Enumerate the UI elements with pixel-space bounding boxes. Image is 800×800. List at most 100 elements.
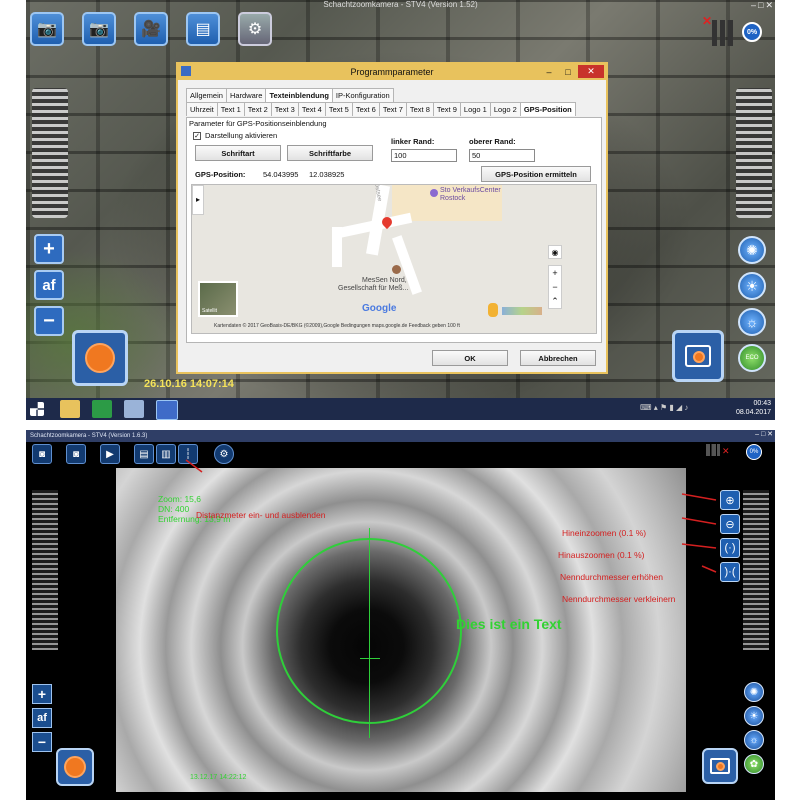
sub-tabs: Uhrzeit Text 1 Text 2 Text 3 Text 4 Text… (186, 102, 576, 116)
brightness-ruler-right[interactable] (736, 88, 772, 218)
maximize-icon[interactable]: □ (559, 65, 577, 78)
subtab-text-8[interactable]: Text 8 (405, 102, 434, 116)
ok-button[interactable]: OK (432, 350, 508, 366)
signal-bars-icon (712, 20, 738, 46)
schachtzoomkamera-taskbar-icon[interactable] (156, 400, 178, 420)
close-icon[interactable]: ✕ (578, 65, 604, 78)
map-road-3 (332, 227, 342, 267)
subtab-text-5[interactable]: Text 5 (324, 102, 353, 116)
record-dot-icon (85, 343, 115, 373)
brightness-ruler-left[interactable] (32, 88, 68, 218)
tab-ip-konfiguration[interactable]: IP-Konfiguration (331, 88, 394, 102)
tab-allgemein[interactable]: Allgemein (186, 88, 227, 102)
arrow-distance (185, 459, 203, 473)
enable-checkbox[interactable]: ✓ (193, 132, 201, 140)
autofocus-button[interactable]: af (34, 270, 64, 300)
get-gps-button[interactable]: GPS-Position ermitteln (481, 166, 591, 182)
subtab-text-1[interactable]: Text 1 (216, 102, 245, 116)
top-margin-label: oberer Rand: (469, 137, 516, 146)
map-poi-2: MesSen Nord, (362, 277, 407, 284)
light-mode-button-3[interactable]: ☼ (738, 308, 766, 336)
font-color-button[interactable]: Schriftfarbe (287, 145, 373, 161)
window-title: Schachtzoomkamera - STV4 (Version 1.52) (323, 0, 478, 9)
settings-button[interactable]: ⚙ (238, 12, 272, 46)
camera-icon: 📷 (89, 21, 109, 38)
light-mode-button-2[interactable]: ☀ (738, 272, 766, 300)
subtab-logo-2[interactable]: Logo 2 (489, 102, 521, 116)
file-explorer-icon[interactable] (60, 400, 80, 418)
subtab-logo-1[interactable]: Logo 1 (459, 102, 491, 116)
map-view[interactable]: ▸ Ostsee Sto VerkaufsCenter Rostock MesS… (191, 184, 597, 334)
system-tray-icons[interactable]: ⌨ ▴ ⚑ ▮ ◢ ♪ (640, 403, 700, 415)
arrow-diameter-up (681, 543, 717, 549)
taskbar-time: 00:43 (753, 400, 771, 407)
sun-icon: ☀ (745, 277, 759, 294)
annotation-arrows (185, 459, 717, 573)
image-viewer-icon[interactable] (124, 400, 144, 418)
video-camera-icon: 🎥 (141, 21, 161, 38)
dialog-title: Programmparameter (350, 67, 434, 77)
lamp-icon: ✺ (746, 241, 758, 258)
no-signal-icon: ✕ (702, 14, 713, 28)
gps-longitude: 12.038925 (309, 170, 345, 179)
subtab-text-2[interactable]: Text 2 (243, 102, 272, 116)
taskbar: ⌨ ▴ ⚑ ▮ ◢ ♪ 00:43 08.04.2017 (26, 398, 775, 420)
window-controls[interactable]: – □ ✕ (737, 0, 773, 10)
map-side-toggle[interactable]: ▸ (192, 185, 204, 215)
subtab-gps-position[interactable]: GPS-Position (519, 102, 576, 116)
text-overlay-button[interactable]: ▤ (186, 12, 220, 46)
map-zoom-controls[interactable]: + − ⌃ (548, 265, 562, 309)
settings-dialog: Programmparameter – □ ✕ Allgemein Hardwa… (176, 62, 608, 374)
excel-icon[interactable] (92, 400, 112, 418)
light-mode-button-1[interactable]: ✺ (738, 236, 766, 264)
cancel-button[interactable]: Abbrechen (520, 350, 596, 366)
group-title: Parameter für GPS-Positionseinblendung (189, 119, 327, 128)
subtab-uhrzeit[interactable]: Uhrzeit (186, 102, 218, 116)
map-chevron-up-icon[interactable]: ⌃ (549, 294, 561, 308)
top-screenshot: Schachtzoomkamera - STV4 (Version 1.52) … (26, 0, 775, 420)
video-button[interactable]: 🎥 (134, 12, 168, 46)
store-marker-icon (430, 189, 438, 197)
map-poi-1b: Rostock (440, 195, 466, 202)
taskbar-clock[interactable]: 00:43 08.04.2017 (736, 399, 771, 417)
record-button[interactable] (72, 330, 128, 386)
gps-panel: Parameter für GPS-Positionseinblendung ✓… (186, 117, 602, 343)
company-marker-icon (392, 265, 401, 274)
minimize-icon[interactable]: – (540, 65, 558, 78)
document-icon: ▤ (195, 21, 211, 38)
map-zoom-in-icon[interactable]: + (549, 266, 561, 280)
arrow-zoom-out (681, 517, 717, 525)
satellite-thumbnail[interactable]: Satellit (198, 281, 238, 317)
pegman-icon[interactable] (488, 303, 498, 317)
subtab-text-6[interactable]: Text 6 (351, 102, 380, 116)
close-icon[interactable]: ✕ (765, 0, 773, 10)
app-icon (181, 66, 191, 76)
left-margin-input[interactable]: 100 (391, 149, 457, 162)
subtab-text-4[interactable]: Text 4 (297, 102, 326, 116)
eco-button[interactable]: ECO (738, 344, 766, 372)
subtab-text-7[interactable]: Text 7 (378, 102, 407, 116)
sun-outline-icon: ☼ (745, 314, 759, 330)
minimize-icon[interactable]: – (751, 0, 756, 10)
tab-hardware[interactable]: Hardware (225, 88, 267, 102)
map-zoom-out-icon[interactable]: − (549, 280, 561, 294)
top-margin-input[interactable]: 50 (469, 149, 535, 162)
live-camera-button[interactable]: 📷 (30, 12, 64, 46)
timestamp-overlay: 26.10.16 14:07:14 (144, 378, 234, 390)
taskbar-date: 08.04.2017 (735, 409, 771, 416)
map-layers-icon[interactable] (502, 307, 542, 315)
photo-button[interactable] (672, 330, 724, 382)
dialog-titlebar: Programmparameter – □ ✕ (178, 64, 606, 80)
font-button[interactable]: Schriftart (195, 145, 281, 161)
main-tabs: Allgemein Hardware Texteinblendung IP-Ko… (186, 88, 394, 102)
zoom-out-button[interactable]: − (34, 306, 64, 336)
storage-badge: 0% (742, 22, 762, 42)
windows-start-icon[interactable] (30, 402, 44, 416)
my-location-icon[interactable]: ◉ (548, 245, 562, 259)
subtab-text-9[interactable]: Text 9 (432, 102, 461, 116)
tab-texteinblendung[interactable]: Texteinblendung (265, 88, 333, 102)
zoom-in-button[interactable]: + (34, 234, 64, 264)
subtab-text-3[interactable]: Text 3 (270, 102, 299, 116)
snapshot-button[interactable]: 📷 (82, 12, 116, 46)
maximize-icon[interactable]: □ (758, 0, 763, 10)
